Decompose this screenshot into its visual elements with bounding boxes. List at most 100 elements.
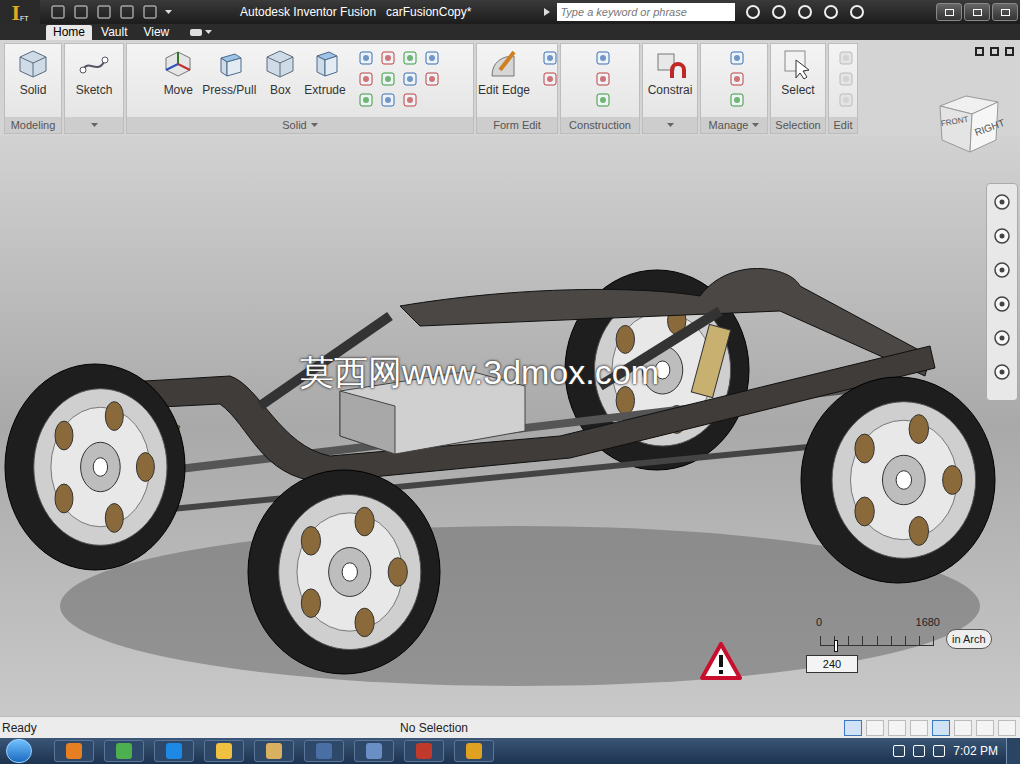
look-at-icon[interactable] bbox=[992, 328, 1012, 348]
show-desktop-button[interactable] bbox=[1006, 738, 1020, 764]
status-toggle-icon[interactable] bbox=[976, 720, 994, 736]
expand-arrow-icon[interactable] bbox=[543, 7, 551, 17]
ribbon-tab[interactable]: View bbox=[136, 25, 176, 40]
ribbon-button[interactable]: Edit Edge bbox=[476, 48, 532, 97]
tool-icon[interactable] bbox=[542, 71, 558, 87]
ribbon-button[interactable]: Press/Pull bbox=[200, 48, 258, 97]
quick-access-icon[interactable] bbox=[119, 5, 135, 19]
restore-icon[interactable] bbox=[964, 3, 990, 21]
panel-label[interactable]: Form Edit bbox=[477, 117, 557, 133]
tool-icon[interactable] bbox=[595, 50, 611, 66]
taskbar-app-icon[interactable] bbox=[104, 740, 144, 762]
status-toggle-icon[interactable] bbox=[866, 720, 884, 736]
pin-icon[interactable] bbox=[797, 4, 813, 20]
app-logo[interactable]: IFT bbox=[0, 0, 40, 24]
clock[interactable]: 7:02 PM bbox=[953, 742, 998, 760]
panel-label[interactable]: Edit bbox=[829, 117, 857, 133]
tool-icon[interactable] bbox=[838, 92, 854, 108]
scale-value[interactable]: 240 bbox=[806, 655, 858, 673]
ribbon-button[interactable]: Solid bbox=[15, 48, 51, 97]
taskbar-app-icon[interactable] bbox=[404, 740, 444, 762]
scale-thumb[interactable] bbox=[834, 640, 838, 652]
ribbon-button[interactable]: Box bbox=[262, 48, 298, 97]
orbit-icon[interactable] bbox=[992, 294, 1012, 314]
ribbon-button[interactable]: Constrai bbox=[646, 48, 695, 97]
tool-icon[interactable] bbox=[380, 50, 396, 66]
dropdown-arrow-icon[interactable] bbox=[205, 30, 212, 35]
panel-label[interactable] bbox=[65, 117, 123, 133]
tray-arrow-icon[interactable] bbox=[893, 745, 905, 757]
pan-icon[interactable] bbox=[992, 226, 1012, 246]
close-icon[interactable] bbox=[992, 3, 1018, 21]
panel-label[interactable]: Selection bbox=[771, 117, 825, 133]
unit-button[interactable]: in Arch bbox=[946, 629, 992, 649]
tool-icon[interactable] bbox=[729, 50, 745, 66]
start-button[interactable] bbox=[6, 739, 32, 763]
status-toggle-icon[interactable] bbox=[888, 720, 906, 736]
ribbon-button[interactable]: Sketch bbox=[74, 48, 115, 97]
warning-icon[interactable] bbox=[700, 642, 742, 680]
panel-label[interactable] bbox=[643, 117, 697, 133]
panel-label[interactable]: Manage bbox=[701, 117, 767, 133]
tool-icon[interactable] bbox=[729, 71, 745, 87]
tab-menu[interactable] bbox=[190, 29, 212, 36]
tool-icon[interactable] bbox=[380, 71, 396, 87]
viewport[interactable]: 莫西网www.3dmox.com01680in Arch240 bbox=[0, 136, 1020, 716]
tool-icon[interactable] bbox=[358, 50, 374, 66]
volume-icon[interactable] bbox=[933, 745, 945, 757]
status-toggle-icon[interactable] bbox=[998, 720, 1016, 736]
taskbar-app-icon[interactable] bbox=[204, 740, 244, 762]
star-icon[interactable] bbox=[823, 4, 839, 20]
dropdown-arrow-icon[interactable] bbox=[752, 123, 759, 128]
tool-icon[interactable] bbox=[358, 92, 374, 108]
quick-access-icon[interactable] bbox=[142, 5, 158, 19]
status-toggle-icon[interactable] bbox=[910, 720, 928, 736]
tool-icon[interactable] bbox=[838, 71, 854, 87]
status-toggle-icon[interactable] bbox=[954, 720, 972, 736]
dropdown-arrow-icon[interactable] bbox=[91, 123, 98, 128]
dropdown-arrow-icon[interactable] bbox=[667, 123, 674, 128]
quick-access-icon[interactable] bbox=[96, 5, 112, 19]
taskbar-app-icon[interactable] bbox=[354, 740, 394, 762]
tool-icon[interactable] bbox=[402, 50, 418, 66]
taskbar-app-icon[interactable] bbox=[154, 740, 194, 762]
panel-label[interactable]: Construction bbox=[561, 117, 639, 133]
tool-icon[interactable] bbox=[380, 92, 396, 108]
zoom-icon[interactable] bbox=[992, 260, 1012, 280]
taskbar-app-icon[interactable] bbox=[254, 740, 294, 762]
presentation-icon[interactable] bbox=[992, 362, 1012, 382]
steering-wheel-icon[interactable] bbox=[992, 192, 1012, 212]
tool-icon[interactable] bbox=[402, 71, 418, 87]
status-toggle-icon[interactable] bbox=[932, 720, 950, 736]
quick-access-icon[interactable] bbox=[73, 5, 89, 19]
search-field[interactable] bbox=[557, 3, 735, 21]
taskbar-app-icon[interactable] bbox=[304, 740, 344, 762]
taskbar-app-icon[interactable] bbox=[454, 740, 494, 762]
tool-icon[interactable] bbox=[729, 92, 745, 108]
binoculars-icon[interactable] bbox=[745, 4, 761, 20]
dropdown-arrow-icon[interactable] bbox=[311, 123, 318, 128]
tool-icon[interactable] bbox=[402, 92, 418, 108]
tool-icon[interactable] bbox=[424, 50, 440, 66]
car-chassis-model[interactable] bbox=[0, 136, 1020, 716]
ribbon-tab[interactable]: Vault bbox=[94, 25, 134, 40]
status-toggle-icon[interactable] bbox=[844, 720, 862, 736]
help-icon[interactable] bbox=[849, 4, 865, 20]
panel-label[interactable]: Solid bbox=[127, 117, 473, 133]
ribbon-button[interactable]: Select bbox=[779, 48, 816, 97]
minimize-icon[interactable] bbox=[936, 3, 962, 21]
dropdown-arrow-icon[interactable] bbox=[165, 10, 172, 15]
panel-label[interactable]: Modeling bbox=[5, 117, 61, 133]
ribbon-button[interactable]: Move bbox=[160, 48, 196, 97]
view-cube[interactable]: FRONTRIGHT bbox=[936, 92, 1002, 156]
tool-icon[interactable] bbox=[595, 92, 611, 108]
ribbon-button[interactable]: Extrude bbox=[302, 48, 347, 97]
doc-restore-icon[interactable] bbox=[990, 47, 999, 56]
tool-icon[interactable] bbox=[424, 71, 440, 87]
tool-icon[interactable] bbox=[595, 71, 611, 87]
network-icon[interactable] bbox=[913, 745, 925, 757]
doc-close-icon[interactable] bbox=[1005, 47, 1014, 56]
ribbon-tab[interactable]: Home bbox=[46, 25, 92, 40]
quick-access-icon[interactable] bbox=[50, 5, 66, 19]
tool-icon[interactable] bbox=[358, 71, 374, 87]
